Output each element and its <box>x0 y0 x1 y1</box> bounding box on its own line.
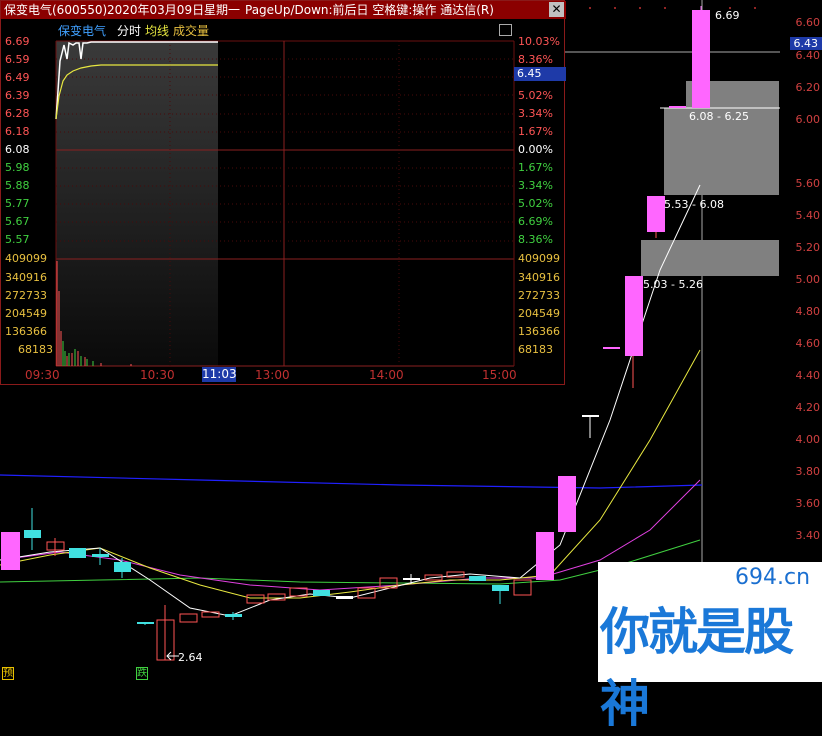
left-volume: 409099 <box>5 252 47 265</box>
left-volume: 204549 <box>5 307 47 320</box>
right-pct: 1.67% <box>518 125 553 138</box>
left-price: 6.18 <box>5 125 30 138</box>
ma-30 <box>0 480 700 590</box>
time-label: 15:00 <box>482 368 517 382</box>
axis-label: 4.60 <box>796 337 821 350</box>
axis-label: 6.40 <box>796 49 821 62</box>
right-pct: 1.67% <box>518 161 553 174</box>
right-pct: 3.34% <box>518 179 553 192</box>
left-volume: 340916 <box>5 271 47 284</box>
axis-label: 4.20 <box>796 401 821 414</box>
right-volume: 136366 <box>518 325 560 338</box>
window-control-icon[interactable] <box>499 24 512 36</box>
tab-average[interactable]: 均线 <box>145 22 169 39</box>
right-pct: 10.03% <box>518 35 560 48</box>
left-price: 6.08 <box>5 143 30 156</box>
high-price-label: 6.69 <box>715 9 740 22</box>
axis-label: 4.00 <box>796 433 821 446</box>
time-label: 13:00 <box>255 368 290 382</box>
left-price: 5.98 <box>5 161 30 174</box>
left-price: 5.67 <box>5 215 30 228</box>
right-volume: 272733 <box>518 289 560 302</box>
time-label: 09:30 <box>25 368 60 382</box>
gap-label-2: 5.03 - 5.26 <box>643 278 703 291</box>
watermark-slogan: 你就是股神 <box>600 592 822 736</box>
axis-label: 5.00 <box>796 273 821 286</box>
gap-label-0: 6.08 - 6.25 <box>689 110 749 123</box>
gap-label-1: 5.53 - 6.08 <box>664 198 724 211</box>
right-pct: 5.02% <box>518 89 553 102</box>
title-date: 2020年03月09日 <box>107 1 204 19</box>
axis-label: 4.80 <box>796 305 821 318</box>
time-label: 14:00 <box>369 368 404 382</box>
right-pct: 6.69% <box>518 215 553 228</box>
tab-volume[interactable]: 成交量 <box>173 22 209 39</box>
gap-box-3 <box>641 240 779 276</box>
intraday-window[interactable]: 保变电气(600550) 2020年03月09日 星期一 PageUp/Down… <box>0 0 565 385</box>
left-volume: 272733 <box>5 289 47 302</box>
axis-label: 5.40 <box>796 209 821 222</box>
current-price-tag: 6.43 <box>790 37 822 50</box>
tab-stock[interactable]: 保变电气 <box>58 22 106 39</box>
time-cursor-label: 11:03 <box>202 367 236 382</box>
left-price: 5.77 <box>5 197 30 210</box>
close-button[interactable]: ✕ <box>549 2 564 17</box>
left-volume: 68183 <box>18 343 53 356</box>
axis-label: 3.80 <box>796 465 821 478</box>
left-price: 6.39 <box>5 89 30 102</box>
axis-label: 4.40 <box>796 369 821 382</box>
axis-label: 6.20 <box>796 81 821 94</box>
left-price: 6.28 <box>5 107 30 120</box>
right-volume: 68183 <box>518 343 553 356</box>
axis-label: 5.60 <box>796 177 821 190</box>
forecast-marker[interactable]: 预 <box>2 667 14 680</box>
low-price-label: 2.64 <box>178 651 203 664</box>
axis-label: 3.40 <box>796 529 821 542</box>
title-stock: 保变电气(600550) <box>4 1 107 19</box>
left-price: 6.49 <box>5 71 30 84</box>
right-pct: 0.00% <box>518 143 553 156</box>
current-price-badge: 6.45 <box>514 67 566 81</box>
intraday-title-bar[interactable]: 保变电气(600550) 2020年03月09日 星期一 PageUp/Down… <box>1 1 566 19</box>
left-volume: 136366 <box>5 325 47 338</box>
left-price: 5.57 <box>5 233 30 246</box>
axis-label: 5.20 <box>796 241 821 254</box>
watermark-domain: 694.cn <box>735 565 810 590</box>
right-pct: 8.36% <box>518 53 553 66</box>
title-weekday: 星期一 <box>204 1 240 19</box>
right-pct: 3.34% <box>518 107 553 120</box>
ma-long <box>0 475 702 488</box>
right-pct: 8.36% <box>518 233 553 246</box>
right-volume: 340916 <box>518 271 560 284</box>
axis-label: 6.00 <box>796 113 821 126</box>
time-label: 10:30 <box>140 368 175 382</box>
right-volume: 204549 <box>518 307 560 320</box>
ma-10 <box>0 350 700 598</box>
tab-intraday[interactable]: 分时 <box>117 22 141 39</box>
left-price: 6.59 <box>5 53 30 66</box>
axis-label: 6.60 <box>796 16 821 29</box>
title-hint: PageUp/Down:前后日 空格键:操作 通达信(R) <box>245 1 494 19</box>
drop-marker[interactable]: 跌 <box>136 667 148 680</box>
axis-label: 3.60 <box>796 497 821 510</box>
left-price: 6.69 <box>5 35 30 48</box>
left-price: 5.88 <box>5 179 30 192</box>
right-pct: 5.02% <box>518 197 553 210</box>
right-volume: 409099 <box>518 252 560 265</box>
